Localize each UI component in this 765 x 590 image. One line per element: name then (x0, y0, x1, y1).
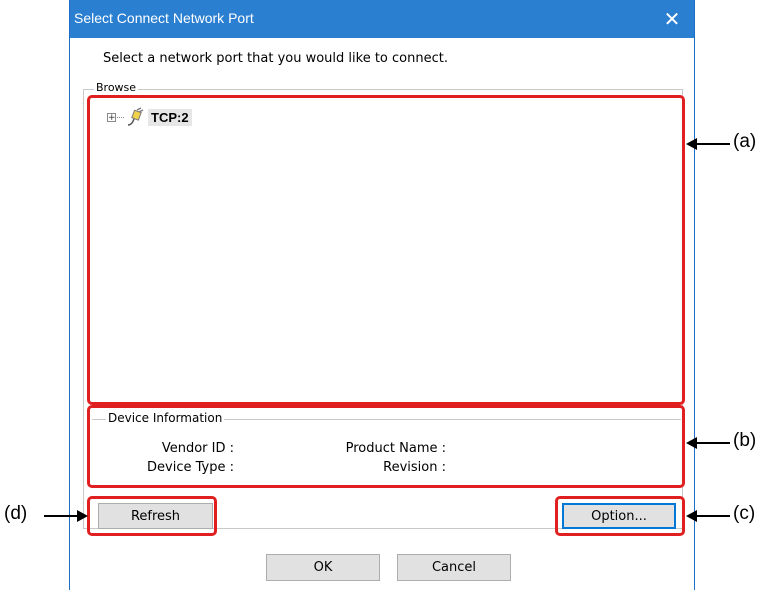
annotation-label-c: (c) (733, 503, 756, 524)
annotation-label-d: (d) (4, 503, 28, 524)
arrow-d-icon (44, 510, 88, 522)
dialog-title: Select Connect Network Port (74, 10, 254, 26)
browse-label: Browse (94, 81, 139, 95)
callout-box-a (87, 95, 685, 405)
callout-box-c (555, 496, 685, 536)
annotation-label-b: (b) (733, 430, 757, 451)
arrow-c-icon (686, 510, 730, 522)
title-bar: Select Connect Network Port ✕ (70, 0, 694, 38)
annotation-label-a: (a) (733, 131, 757, 152)
close-button[interactable]: ✕ (650, 0, 694, 38)
cancel-button[interactable]: Cancel (397, 554, 511, 581)
ok-button[interactable]: OK (266, 554, 380, 581)
callout-box-d (87, 496, 217, 536)
arrow-a-icon (686, 138, 730, 150)
close-icon: ✕ (663, 7, 681, 31)
instruction-text: Select a network port that you would lik… (103, 51, 448, 66)
callout-box-b (87, 405, 685, 488)
arrow-b-icon (686, 437, 730, 449)
